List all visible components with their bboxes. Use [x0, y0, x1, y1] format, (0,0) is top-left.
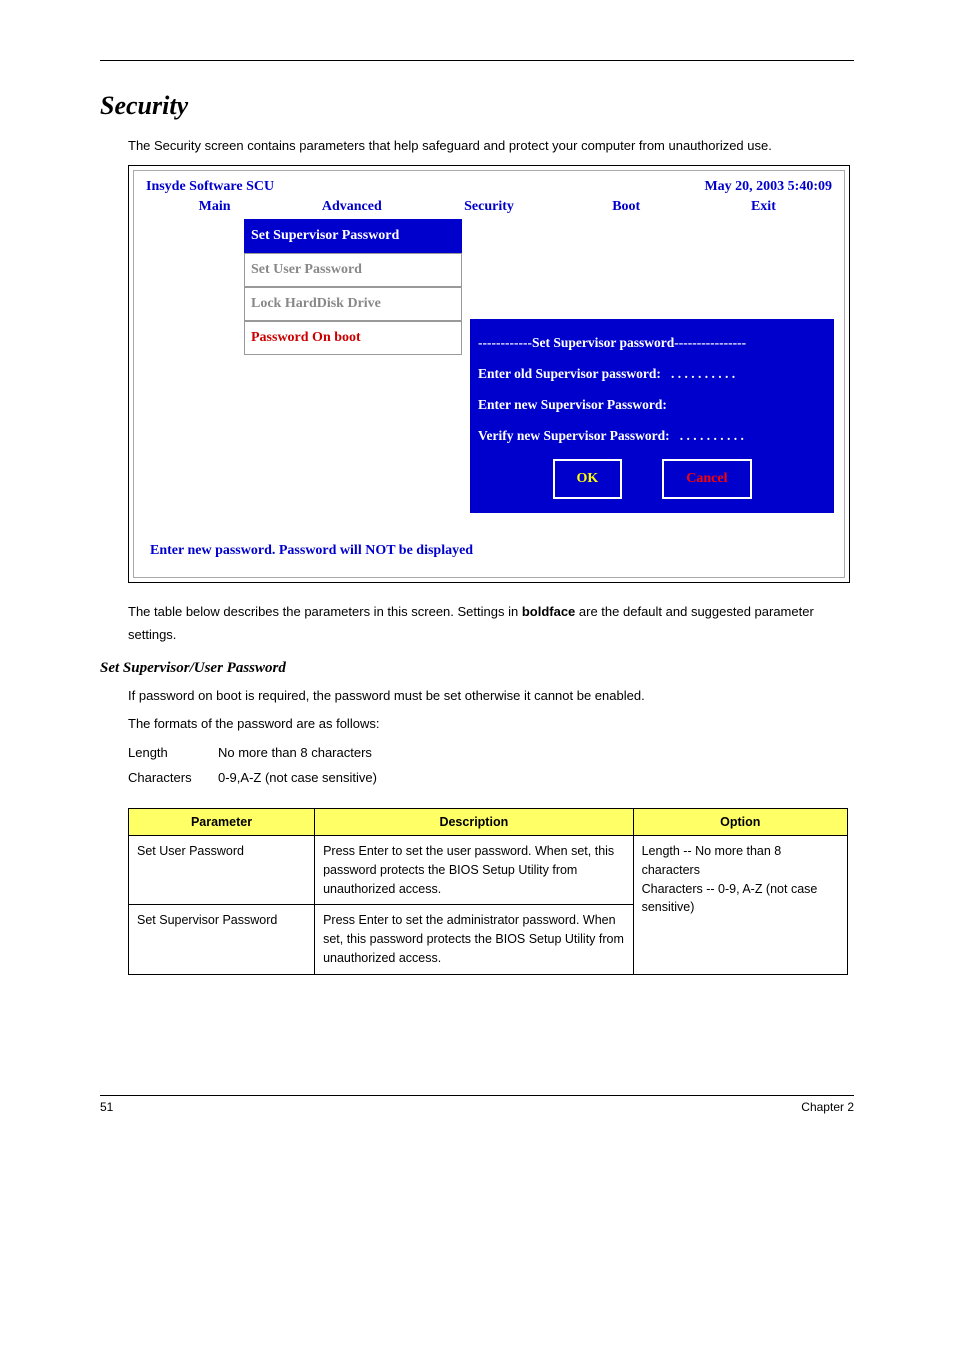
cell-param-1: Set User Password — [129, 836, 315, 905]
heading-security: Security — [100, 91, 854, 121]
dialog-old-value[interactable]: . . . . . . . . . . — [671, 366, 735, 381]
button-cancel[interactable]: Cancel — [662, 459, 751, 499]
intro-text: The Security screen contains parameters … — [128, 135, 854, 157]
kv-characters: Characters0-9,A-Z (not case sensitive) — [128, 766, 854, 791]
bios-menubar: Main Advanced Security Boot Exit — [140, 197, 838, 217]
menu-security[interactable]: Security — [420, 199, 557, 215]
th-parameter: Parameter — [129, 809, 315, 836]
heading-set-supervisor-user-password: Set Supervisor/User Password — [100, 660, 854, 677]
table-row: Set User Password Press Enter to set the… — [129, 836, 848, 905]
bios-help-line: Enter new password. Password will NOT be… — [140, 513, 838, 565]
item-password-on-boot[interactable]: Password On boot — [244, 321, 462, 355]
sub-p1: If password on boot is required, the pas… — [128, 685, 854, 707]
cell-desc-1: Press Enter to set the user password. Wh… — [315, 836, 634, 905]
th-description: Description — [315, 809, 634, 836]
th-option: Option — [633, 809, 847, 836]
dialog-header: ------------Set Supervisor password-----… — [478, 327, 826, 358]
bios-panel: Insyde Software SCU May 20, 2003 5:40:09… — [128, 165, 850, 583]
menu-exit[interactable]: Exit — [695, 199, 832, 215]
menu-advanced[interactable]: Advanced — [283, 199, 420, 215]
bios-title-right: May 20, 2003 5:40:09 — [704, 179, 832, 195]
item-set-user-password[interactable]: Set User Password — [244, 253, 462, 287]
dialog-verify-value[interactable]: . . . . . . . . . . — [680, 428, 744, 443]
cell-param-2: Set Supervisor Password — [129, 905, 315, 974]
bios-title-left: Insyde Software SCU — [146, 179, 274, 195]
cell-option: Length -- No more than 8 characters Char… — [633, 836, 847, 975]
after-bios-text: The table below describes the parameters… — [128, 601, 854, 645]
item-lock-harddisk-drive[interactable]: Lock HardDisk Drive — [244, 287, 462, 321]
parameter-table: Parameter Description Option Set User Pa… — [128, 808, 848, 975]
button-ok[interactable]: OK — [553, 459, 623, 499]
kv-length: LengthNo more than 8 characters — [128, 741, 854, 766]
top-rule — [100, 60, 854, 61]
dialog-old-label: Enter old Supervisor password: — [478, 366, 661, 381]
dialog-verify-label: Verify new Supervisor Password: — [478, 428, 670, 443]
dialog-set-supervisor-password: ------------Set Supervisor password-----… — [470, 319, 834, 513]
item-set-supervisor-password[interactable]: Set Supervisor Password — [244, 219, 462, 253]
sub-p2: The formats of the password are as follo… — [128, 713, 854, 735]
cell-desc-2: Press Enter to set the administrator pas… — [315, 905, 634, 974]
dialog-new-label: Enter new Supervisor Password: — [478, 389, 826, 420]
menu-boot[interactable]: Boot — [558, 199, 695, 215]
page-number: 51 — [100, 1100, 113, 1114]
menu-main[interactable]: Main — [146, 199, 283, 215]
chapter-label: Chapter 2 — [801, 1100, 854, 1114]
